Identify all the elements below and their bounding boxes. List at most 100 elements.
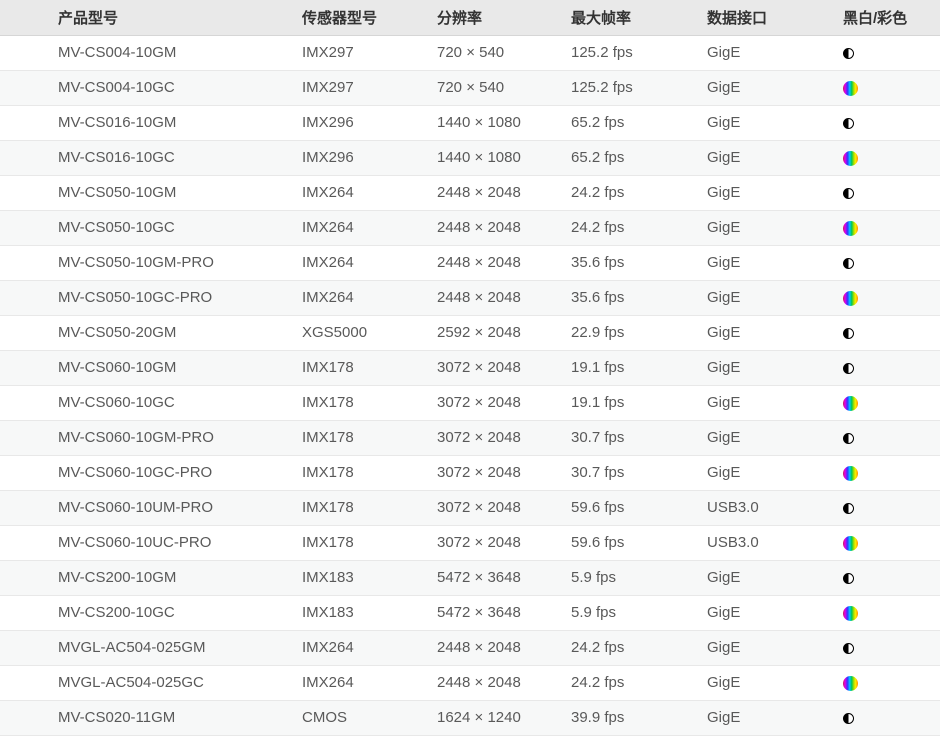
table-row: MV-CS060-10GM IMX178 3072 × 2048 19.1 fp…: [0, 350, 940, 385]
cell-color-mode: [843, 420, 940, 455]
table-row: MV-CS016-10GC IMX296 1440 × 1080 65.2 fp…: [0, 140, 940, 175]
cell-color-mode: [843, 245, 940, 280]
color-spectrum-circle-icon: [843, 291, 858, 306]
cell-data-interface: USB3.0: [707, 525, 843, 560]
cell-color-mode: [843, 105, 940, 140]
cell-resolution: 720 × 540: [437, 70, 571, 105]
table-row: MV-CS050-10GM-PRO IMX264 2448 × 2048 35.…: [0, 245, 940, 280]
cell-product-model: MV-CS020-11GM: [0, 700, 302, 735]
table-row: MV-CS016-10GM IMX296 1440 × 1080 65.2 fp…: [0, 105, 940, 140]
cell-sensor-model: CMOS: [302, 700, 437, 735]
cell-sensor-model: IMX178: [302, 350, 437, 385]
cell-max-framerate: 125.2 fps: [571, 70, 707, 105]
cell-sensor-model: IMX178: [302, 420, 437, 455]
cell-data-interface: GigE: [707, 665, 843, 700]
cell-max-framerate: 59.6 fps: [571, 490, 707, 525]
cell-max-framerate: 5.9 fps: [571, 560, 707, 595]
cell-resolution: 2592 × 2048: [437, 315, 571, 350]
cell-max-framerate: 59.6 fps: [571, 525, 707, 560]
cell-product-model: MVGL-AC504-025GM: [0, 630, 302, 665]
cell-max-framerate: 65.2 fps: [571, 105, 707, 140]
color-spectrum-circle-icon: [843, 221, 858, 236]
cell-sensor-model: IMX178: [302, 490, 437, 525]
color-spectrum-circle-icon: [843, 81, 858, 96]
cell-product-model: MV-CS050-10GM: [0, 175, 302, 210]
table-row: MV-CS050-10GM IMX264 2448 × 2048 24.2 fp…: [0, 175, 940, 210]
cell-color-mode: [843, 525, 940, 560]
cell-resolution: 1624 × 1240: [437, 700, 571, 735]
cell-data-interface: GigE: [707, 280, 843, 315]
cell-max-framerate: 19.1 fps: [571, 350, 707, 385]
cell-max-framerate: 125.2 fps: [571, 35, 707, 70]
cell-sensor-model: XGS5000: [302, 315, 437, 350]
cell-max-framerate: 30.7 fps: [571, 455, 707, 490]
col-header-sensor-model: 传感器型号: [302, 0, 437, 35]
mono-half-circle-icon: [843, 188, 854, 199]
mono-half-circle-icon: [843, 48, 854, 59]
mono-half-circle-icon: [843, 258, 854, 269]
cell-product-model: MV-CS060-10GC: [0, 385, 302, 420]
cell-max-framerate: 24.2 fps: [571, 175, 707, 210]
table-row: MVGL-AC504-025GM IMX264 2448 × 2048 24.2…: [0, 630, 940, 665]
cell-color-mode: [843, 385, 940, 420]
cell-product-model: MV-CS200-10GC: [0, 595, 302, 630]
cell-sensor-model: IMX183: [302, 595, 437, 630]
cell-data-interface: GigE: [707, 175, 843, 210]
cell-product-model: MV-CS004-10GM: [0, 35, 302, 70]
cell-resolution: 2448 × 2048: [437, 245, 571, 280]
cell-data-interface: GigE: [707, 210, 843, 245]
color-spectrum-circle-icon: [843, 536, 858, 551]
table-row: MV-CS050-10GC-PRO IMX264 2448 × 2048 35.…: [0, 280, 940, 315]
camera-spec-table: 产品型号 传感器型号 分辨率 最大帧率 数据接口 黑白/彩色 MV-CS004-…: [0, 0, 940, 736]
cell-color-mode: [843, 280, 940, 315]
cell-product-model: MV-CS050-10GM-PRO: [0, 245, 302, 280]
cell-sensor-model: IMX183: [302, 560, 437, 595]
table-row: MV-CS060-10UC-PRO IMX178 3072 × 2048 59.…: [0, 525, 940, 560]
cell-product-model: MV-CS060-10UC-PRO: [0, 525, 302, 560]
table-row: MV-CS020-11GM CMOS 1624 × 1240 39.9 fps …: [0, 700, 940, 735]
cell-max-framerate: 24.2 fps: [571, 665, 707, 700]
cell-data-interface: GigE: [707, 350, 843, 385]
cell-color-mode: [843, 175, 940, 210]
cell-product-model: MV-CS050-20GM: [0, 315, 302, 350]
cell-max-framerate: 30.7 fps: [571, 420, 707, 455]
cell-product-model: MV-CS200-10GM: [0, 560, 302, 595]
cell-resolution: 1440 × 1080: [437, 105, 571, 140]
table-row: MV-CS060-10GC IMX178 3072 × 2048 19.1 fp…: [0, 385, 940, 420]
color-spectrum-circle-icon: [843, 151, 858, 166]
cell-data-interface: GigE: [707, 630, 843, 665]
cell-product-model: MV-CS060-10GC-PRO: [0, 455, 302, 490]
cell-product-model: MV-CS060-10GM-PRO: [0, 420, 302, 455]
cell-sensor-model: IMX178: [302, 385, 437, 420]
cell-max-framerate: 24.2 fps: [571, 210, 707, 245]
cell-color-mode: [843, 665, 940, 700]
cell-color-mode: [843, 490, 940, 525]
cell-max-framerate: 65.2 fps: [571, 140, 707, 175]
cell-product-model: MV-CS016-10GM: [0, 105, 302, 140]
cell-sensor-model: IMX297: [302, 70, 437, 105]
table-row: MV-CS050-10GC IMX264 2448 × 2048 24.2 fp…: [0, 210, 940, 245]
cell-product-model: MV-CS060-10GM: [0, 350, 302, 385]
cell-resolution: 720 × 540: [437, 35, 571, 70]
col-header-resolution: 分辨率: [437, 0, 571, 35]
cell-color-mode: [843, 630, 940, 665]
cell-resolution: 3072 × 2048: [437, 385, 571, 420]
cell-sensor-model: IMX297: [302, 35, 437, 70]
cell-data-interface: GigE: [707, 560, 843, 595]
cell-data-interface: GigE: [707, 385, 843, 420]
color-spectrum-circle-icon: [843, 606, 858, 621]
mono-half-circle-icon: [843, 643, 854, 654]
cell-resolution: 3072 × 2048: [437, 525, 571, 560]
cell-resolution: 3072 × 2048: [437, 490, 571, 525]
cell-resolution: 2448 × 2048: [437, 210, 571, 245]
table-row: MV-CS060-10GC-PRO IMX178 3072 × 2048 30.…: [0, 455, 940, 490]
cell-max-framerate: 39.9 fps: [571, 700, 707, 735]
cell-product-model: MV-CS050-10GC-PRO: [0, 280, 302, 315]
cell-data-interface: GigE: [707, 35, 843, 70]
cell-sensor-model: IMX264: [302, 175, 437, 210]
mono-half-circle-icon: [843, 118, 854, 129]
table-row: MV-CS060-10GM-PRO IMX178 3072 × 2048 30.…: [0, 420, 940, 455]
cell-resolution: 2448 × 2048: [437, 280, 571, 315]
cell-color-mode: [843, 700, 940, 735]
table-header-row: 产品型号 传感器型号 分辨率 最大帧率 数据接口 黑白/彩色: [0, 0, 940, 35]
